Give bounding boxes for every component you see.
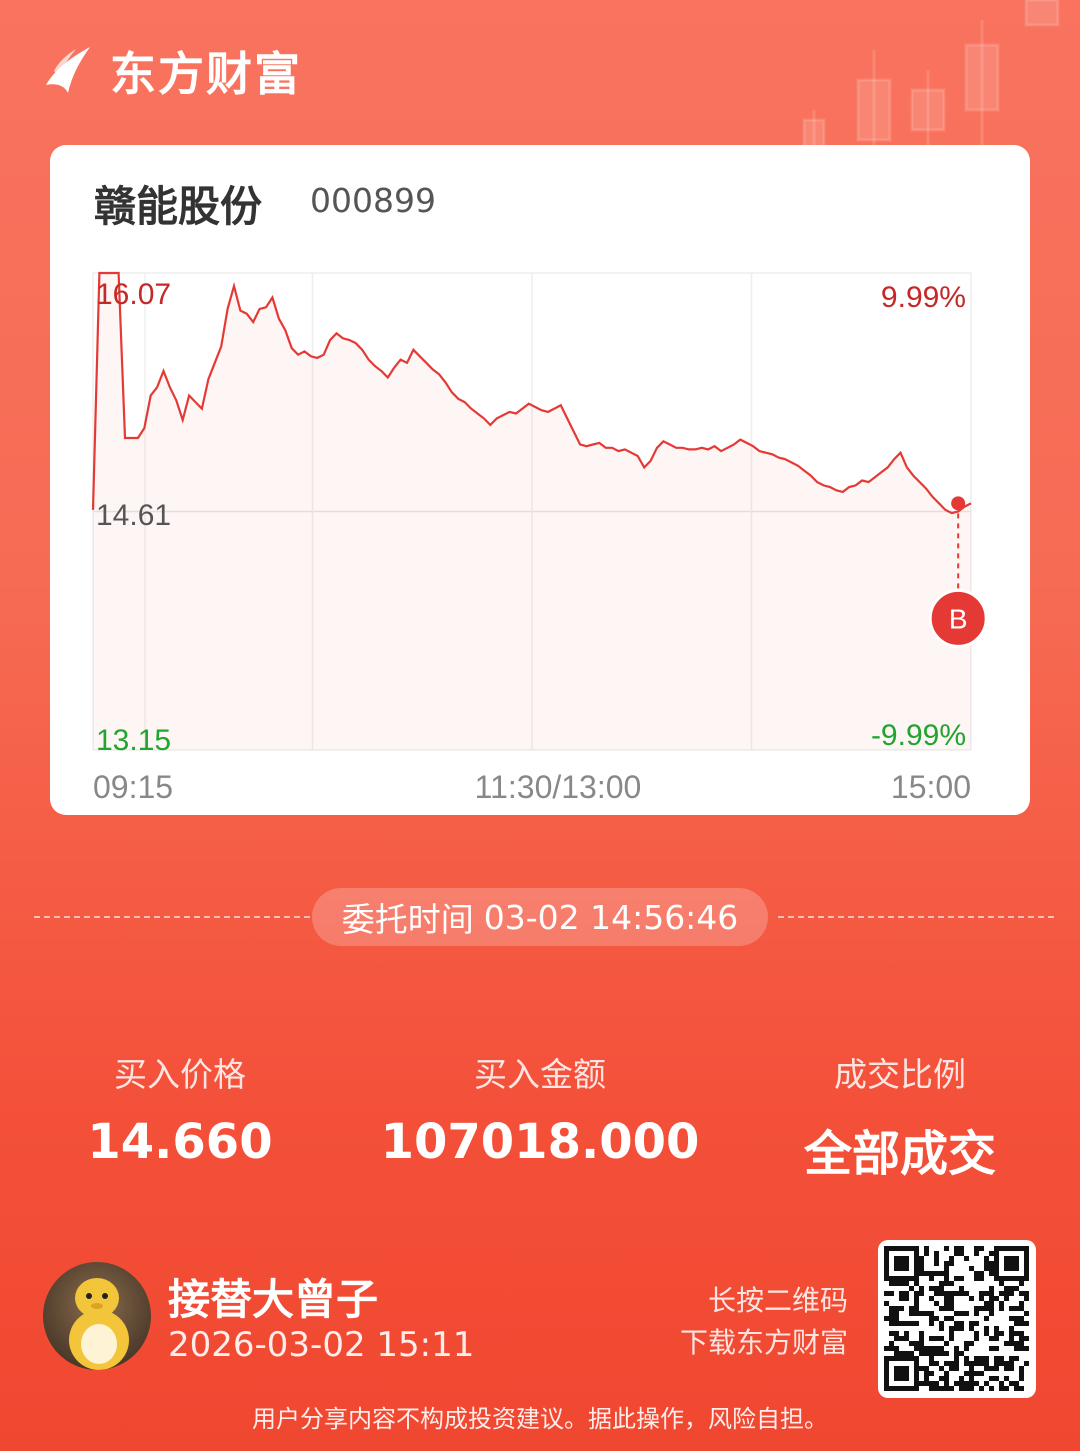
stat-label: 买入价格 <box>114 1055 246 1094</box>
order-time-value: 03-02 14:56:46 <box>483 897 739 937</box>
stat-value: 14.660 <box>87 1114 273 1170</box>
buy-marker-dot <box>951 496 966 511</box>
divider-left <box>34 916 310 918</box>
avatar-mascot-icon <box>43 1262 151 1370</box>
pct-tick-top: 9.99% <box>881 281 966 314</box>
app-logo: 东方财富 <box>40 38 302 104</box>
order-time-label: 委托时间 <box>341 900 474 939</box>
decorative-candles-icon <box>802 0 1060 150</box>
order-time-pill: 委托时间 03-02 14:56:46 <box>312 888 768 946</box>
pct-tick-bottom: -9.99% <box>871 719 966 752</box>
stat-fill-ratio: 成交比例 全部成交 <box>720 1048 1080 1184</box>
stat-buy-amount: 买入金额 107018.000 <box>360 1048 720 1170</box>
stat-value: 全部成交 <box>803 1126 996 1182</box>
y-tick-top: 16.07 <box>96 278 171 311</box>
qr-code[interactable] <box>878 1240 1036 1398</box>
y-tick-mid: 14.61 <box>96 499 171 532</box>
stat-label: 成交比例 <box>834 1055 966 1094</box>
buy-marker-label: B <box>949 603 968 634</box>
brand-logo-icon <box>46 47 90 93</box>
order-time-row: 委托时间 03-02 14:56:46 <box>0 888 1080 946</box>
brand-name: 东方财富 <box>110 47 302 101</box>
user-name: 接替大曾子 <box>168 1275 379 1324</box>
disclaimer: 用户分享内容不构成投资建议。据此操作，风险自担。 <box>252 1405 828 1433</box>
x-tick-start: 09:15 <box>93 769 173 805</box>
share-datetime: 2026-03-02 15:11 <box>168 1325 475 1365</box>
x-tick-mid: 11:30/13:00 <box>475 769 642 805</box>
qr-hint: 长按二维码 下载东方财富 <box>680 1280 848 1364</box>
x-tick-end: 15:00 <box>891 769 971 805</box>
stat-buy-price: 买入价格 14.660 <box>0 1048 360 1170</box>
intraday-chart: 16.07 14.61 13.15 9.99% -9.99% 09:15 11:… <box>91 271 988 805</box>
qr-code-icon <box>884 1246 1029 1391</box>
stat-value: 107018.000 <box>380 1114 700 1170</box>
divider-right <box>778 916 1054 918</box>
stock-chart-card[interactable]: 赣能股份 000899 16.07 14.61 13.15 9.99% -9.9… <box>50 145 1030 815</box>
qr-hint-line2: 下载东方财富 <box>679 1326 848 1359</box>
y-tick-bottom: 13.15 <box>96 724 171 757</box>
qr-hint-line1: 长按二维码 <box>707 1284 848 1317</box>
avatar[interactable] <box>43 1262 151 1370</box>
stat-label: 买入金额 <box>474 1055 606 1094</box>
